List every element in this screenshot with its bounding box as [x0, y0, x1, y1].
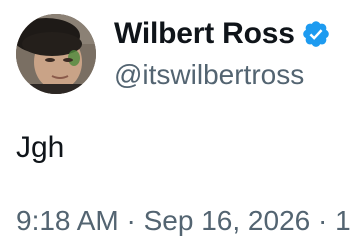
- author-name-row: Wilbert Ross: [114, 16, 331, 52]
- tweet-card: Wilbert Ross @itswilbertross Jgh 9:18 AM…: [0, 0, 358, 250]
- tweet-date-link[interactable]: Sep 16, 2026: [144, 205, 311, 236]
- separator-dot-2: ·: [318, 205, 328, 236]
- meta-separator: ·: [127, 205, 144, 236]
- tweet-meta: 9:18 AM · Sep 16, 2026 · 1: [16, 204, 351, 238]
- verified-badge-icon[interactable]: [301, 19, 331, 49]
- tweet-time-link[interactable]: 9:18 AM: [16, 205, 119, 236]
- separator-dot: ·: [126, 205, 136, 236]
- meta-separator-2: ·: [318, 205, 335, 236]
- avatar[interactable]: [16, 14, 96, 94]
- tweet-text: Jgh: [16, 131, 65, 164]
- author-display-name[interactable]: Wilbert Ross: [114, 16, 295, 52]
- avatar-photo: [16, 14, 96, 94]
- tweet-views-count: 1: [335, 205, 351, 236]
- author-handle[interactable]: @itswilbertross: [114, 58, 304, 92]
